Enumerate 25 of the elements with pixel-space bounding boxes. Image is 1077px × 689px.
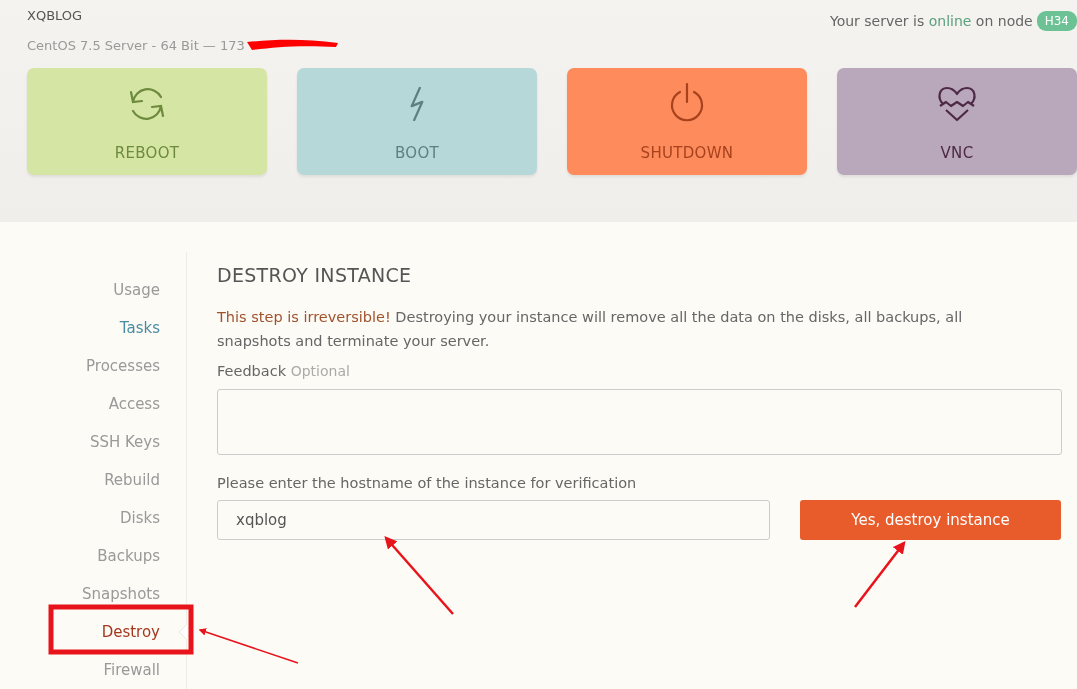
sidebar-item[interactable]: Access [108,392,186,430]
server-details: CentOS 7.5 Server - 64 Bit — 173 [27,36,245,55]
destroy-button[interactable]: Yes, destroy instance [800,500,1061,541]
sidebar-item[interactable]: Rebuild [104,468,186,506]
sidebar-item[interactable]: Backups [97,544,186,582]
hostname-label: Please enter the hostname of the instance for verification [217,473,638,493]
sidebar-item[interactable]: SSH Keys [89,430,186,468]
boot-button[interactable]: BOOT [297,68,537,175]
warning-text: This step is irreversible! Destroying your instance will remove all the data on the disks, all backups, all snapshots and terminate your server. [217,307,964,351]
sidebar-item[interactable]: Snapshots [82,582,186,620]
sidebar-item[interactable]: Tasks [119,316,186,354]
server-status-text: Your server is online on node [829,12,1033,31]
node-badge: H34 [1036,11,1077,31]
reboot-button[interactable]: REBOOT [27,68,267,175]
sidebar-item[interactable]: Processes [86,354,186,392]
section-title: DESTROY INSTANCE [217,264,413,287]
sidebar-item[interactable]: Firewall [103,658,186,689]
server-name: XQBLOG [27,7,84,25]
feedback-label: Feedback Optional [217,361,351,381]
hostname-field[interactable]: xqblog [217,500,770,541]
sidebar-item[interactable]: Usage [113,278,186,316]
shutdown-button[interactable]: SHUTDOWN [567,68,807,175]
vnc-button[interactable]: VNC [837,68,1077,175]
sidebar-item[interactable]: Disks [119,506,186,544]
sidebar-item[interactable]: Destroy [101,620,186,658]
